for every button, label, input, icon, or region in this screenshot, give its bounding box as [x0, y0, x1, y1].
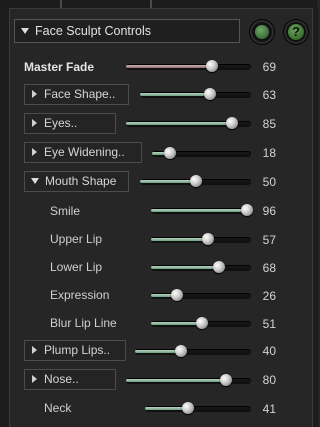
eye-widening-slider[interactable]: [152, 147, 251, 159]
eyes-value: 85: [262, 117, 276, 131]
slider-fill: [140, 93, 210, 96]
expand-triangle-icon: [32, 374, 37, 383]
collapse-triangle-icon: [31, 177, 39, 184]
blur-lip-line-label: Blur Lip Line: [50, 316, 117, 330]
upper-lip-value: 57: [262, 233, 276, 247]
right-scrollbar[interactable]: [312, 8, 318, 427]
face-sculpt-controls-header[interactable]: Face Sculpt Controls: [14, 19, 240, 43]
slider-knob[interactable]: [164, 147, 176, 159]
expand-triangle-icon: [32, 118, 37, 127]
upper-lip-label: Upper Lip: [50, 232, 103, 246]
smile-slider[interactable]: [151, 204, 253, 216]
upper-lip-slider[interactable]: [151, 233, 251, 245]
expand-triangle-icon: [32, 147, 37, 156]
neck-label: Neck: [44, 401, 72, 415]
slider-knob[interactable]: [202, 233, 214, 245]
top-strip: [0, 0, 317, 9]
eye-widening-value: 18: [262, 146, 276, 160]
slider-fill: [151, 266, 219, 269]
plump-lips-label: Plump Lips..: [44, 343, 111, 357]
slider-knob[interactable]: [226, 117, 238, 129]
slider-fill: [151, 209, 247, 212]
eye-widening-group-button[interactable]: Eye Widening..: [24, 142, 142, 163]
slider-knob[interactable]: [204, 88, 216, 100]
top-strip-divider: [150, 0, 152, 8]
neck-slider[interactable]: [145, 402, 251, 414]
slider-knob[interactable]: [175, 345, 187, 357]
master-fade-slider[interactable]: [126, 60, 251, 72]
face-shape-group-button[interactable]: Face Shape..: [24, 84, 129, 105]
neck-value: 41: [262, 402, 276, 416]
slider-fill: [126, 379, 226, 382]
lower-lip-slider[interactable]: [151, 261, 251, 273]
mouth-shape-slider[interactable]: [140, 175, 251, 187]
slider-fill: [126, 122, 232, 125]
enable-toggle-button[interactable]: [249, 19, 275, 45]
nose-group-button[interactable]: Nose..: [24, 369, 116, 390]
face-shape-slider[interactable]: [140, 88, 251, 100]
face-shape-label: Face Shape..: [44, 87, 116, 101]
expand-triangle-icon: [32, 89, 37, 98]
master-fade-label: Master Fade: [24, 60, 95, 74]
expand-triangle-icon: [32, 345, 37, 354]
slider-fill: [126, 65, 212, 68]
mouth-shape-label: Mouth Shape: [45, 174, 117, 188]
expression-value: 26: [262, 289, 276, 303]
eyes-label: Eyes..: [44, 116, 78, 130]
smile-value: 96: [262, 204, 276, 218]
smile-label: Smile: [50, 204, 81, 218]
slider-knob[interactable]: [190, 175, 202, 187]
nose-slider[interactable]: [126, 374, 251, 386]
section-title: Face Sculpt Controls: [35, 24, 152, 38]
left-panel-edge: [0, 8, 10, 427]
plump-lips-slider[interactable]: [135, 345, 251, 357]
status-dot-icon: [255, 25, 269, 39]
eyes-slider[interactable]: [126, 117, 251, 129]
slider-fill: [151, 322, 202, 325]
slider-fill: [140, 180, 196, 183]
nose-label: Nose..: [44, 372, 79, 386]
master-fade-value: 69: [262, 60, 276, 74]
lower-lip-label: Lower Lip: [50, 260, 103, 274]
slider-knob[interactable]: [182, 402, 194, 414]
slider-knob[interactable]: [206, 60, 218, 72]
nose-value: 80: [262, 373, 276, 387]
plump-lips-value: 40: [262, 344, 276, 358]
mouth-shape-group-button[interactable]: Mouth Shape: [24, 171, 129, 192]
eyes-group-button[interactable]: Eyes..: [24, 113, 116, 134]
mouth-shape-value: 50: [262, 175, 276, 189]
slider-fill: [151, 238, 208, 241]
blur-lip-line-slider[interactable]: [151, 317, 251, 329]
blur-lip-line-value: 51: [262, 317, 276, 331]
top-strip-divider: [60, 0, 62, 8]
expression-slider[interactable]: [151, 289, 251, 301]
help-icon: ?: [288, 24, 304, 40]
help-button[interactable]: ?: [283, 19, 309, 45]
slider-knob[interactable]: [213, 261, 225, 273]
slider-knob[interactable]: [196, 317, 208, 329]
face-shape-value: 63: [262, 88, 276, 102]
plump-lips-group-button[interactable]: Plump Lips..: [24, 340, 126, 361]
lower-lip-value: 68: [262, 261, 276, 275]
eye-widening-label: Eye Widening..: [44, 145, 125, 159]
slider-knob[interactable]: [220, 374, 232, 386]
slider-knob[interactable]: [171, 289, 183, 301]
expression-label: Expression: [50, 288, 110, 302]
collapse-triangle-icon: [21, 27, 29, 34]
